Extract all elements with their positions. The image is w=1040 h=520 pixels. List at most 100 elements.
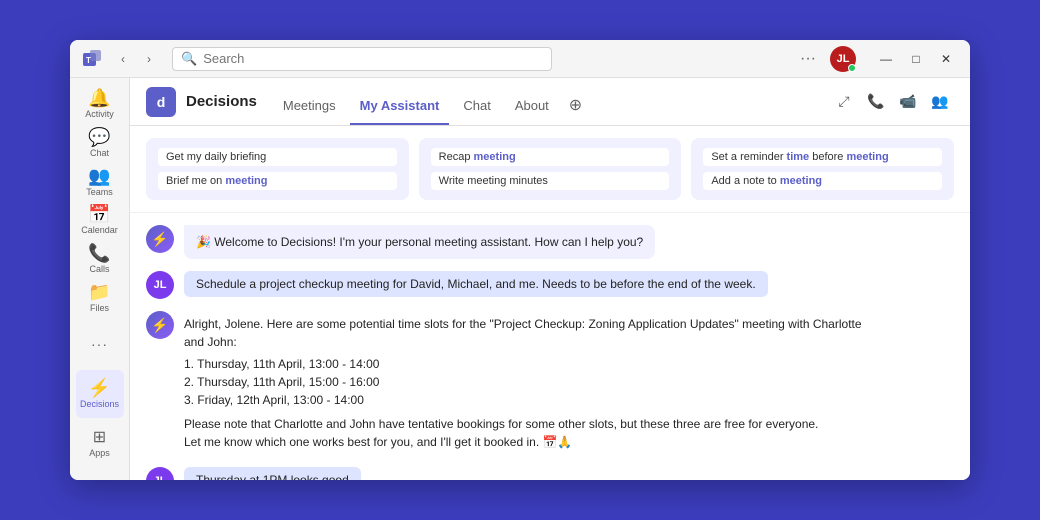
close-button[interactable]: ✕ bbox=[932, 48, 960, 70]
sidebar-label-chat: Chat bbox=[90, 148, 109, 158]
search-icon: 🔍 bbox=[181, 51, 197, 67]
avatar: ⚡ bbox=[146, 225, 174, 253]
sidebar-item-calendar[interactable]: 📅 Calendar bbox=[76, 202, 124, 239]
message-outro: Let me know which one works best for you… bbox=[184, 433, 877, 451]
search-bar[interactable]: 🔍 bbox=[172, 47, 552, 71]
avatar: ⚡ bbox=[146, 311, 174, 339]
message-slot-2: 2. Thursday, 11th April, 15:00 - 16:00 bbox=[184, 373, 877, 391]
popout-button[interactable]: ⤢ bbox=[830, 88, 858, 116]
phone-button[interactable]: 📞 bbox=[862, 88, 890, 116]
message-text: 🎉 Welcome to Decisions! I'm your persona… bbox=[196, 235, 643, 249]
video-button[interactable]: 📹 bbox=[894, 88, 922, 116]
channel-tabs: Meetings My Assistant Chat About ⊕ bbox=[273, 78, 588, 125]
files-icon: 📁 bbox=[88, 283, 110, 301]
message-content: Schedule a project checkup meeting for D… bbox=[184, 271, 954, 297]
activity-icon: 🔔 bbox=[88, 89, 110, 107]
sidebar-label-apps: Apps bbox=[89, 448, 110, 458]
sidebar-item-activity[interactable]: 🔔 Activity bbox=[76, 86, 124, 123]
calendar-icon: 📅 bbox=[88, 205, 110, 223]
chat-icon: 💬 bbox=[88, 128, 110, 146]
sidebar-item-apps[interactable]: ⊞ Apps bbox=[76, 420, 124, 468]
message-bubble: Thursday at 1PM looks good bbox=[184, 467, 361, 480]
tab-meetings[interactable]: Meetings bbox=[273, 78, 346, 125]
window-controls: — □ ✕ bbox=[872, 48, 960, 70]
table-row: JL Schedule a project checkup meeting fo… bbox=[146, 271, 954, 299]
sidebar-label-calendar: Calendar bbox=[81, 225, 118, 235]
messages: ⚡ 🎉 Welcome to Decisions! I'm your perso… bbox=[130, 213, 970, 480]
channel-header: d Decisions Meetings My Assistant Chat A… bbox=[130, 78, 970, 126]
suggestion-cards: Get my daily briefing Brief me on meetin… bbox=[130, 126, 970, 213]
teams-icon: 👥 bbox=[88, 167, 110, 185]
sidebar-item-teams[interactable]: 👥 Teams bbox=[76, 163, 124, 200]
maximize-button[interactable]: □ bbox=[902, 48, 930, 70]
suggestion-card-1: Get my daily briefing Brief me on meetin… bbox=[146, 138, 409, 200]
user-bubble-wrap: Thursday at 1PM looks good bbox=[184, 467, 954, 480]
sidebar-item-calls[interactable]: 📞 Calls bbox=[76, 241, 124, 278]
suggestion-card-2: Recap meeting Write meeting minutes bbox=[419, 138, 682, 200]
message-bubble: 🎉 Welcome to Decisions! I'm your persona… bbox=[184, 225, 655, 259]
message-content: 🎉 Welcome to Decisions! I'm your persona… bbox=[184, 225, 954, 259]
message-bubble: Alright, Jolene. Here are some potential… bbox=[184, 311, 877, 455]
sidebar-label-calls: Calls bbox=[89, 264, 109, 274]
nav-arrows: ‹ › bbox=[112, 48, 160, 70]
channel-name: Decisions bbox=[186, 93, 257, 110]
search-input[interactable] bbox=[203, 51, 543, 66]
tab-myassistant[interactable]: My Assistant bbox=[350, 78, 450, 125]
forward-button[interactable]: › bbox=[138, 48, 160, 70]
suggestion-chip-add-note[interactable]: Add a note to meeting bbox=[703, 172, 942, 190]
header-actions: ⤢ 📞 📹 👥 bbox=[830, 88, 954, 116]
table-row: ⚡ Alright, Jolene. Here are some potenti… bbox=[146, 311, 954, 455]
svg-text:T: T bbox=[86, 56, 91, 65]
message-content: Alright, Jolene. Here are some potential… bbox=[184, 311, 954, 455]
suggestion-chip-recap[interactable]: Recap meeting bbox=[431, 148, 670, 166]
sidebar-label-activity: Activity bbox=[85, 109, 114, 119]
table-row: ⚡ 🎉 Welcome to Decisions! I'm your perso… bbox=[146, 225, 954, 259]
sidebar-item-more[interactable]: ··· bbox=[76, 320, 124, 368]
more-options-button[interactable]: ··· bbox=[794, 48, 822, 70]
decisions-icon: ⚡ bbox=[88, 379, 110, 397]
message-note: Please note that Charlotte and John have… bbox=[184, 415, 877, 433]
tab-about[interactable]: About bbox=[505, 78, 559, 125]
titlebar-left: T ‹ › bbox=[80, 47, 160, 71]
avatar: JL bbox=[146, 467, 174, 480]
message-text: Alright, Jolene. Here are some potential… bbox=[184, 315, 877, 351]
avatar-status bbox=[848, 64, 856, 72]
message-slot-3: 3. Friday, 12th April, 13:00 - 14:00 bbox=[184, 391, 877, 409]
main-area: 🔔 Activity 💬 Chat 👥 Teams 📅 Calendar 📞 C… bbox=[70, 78, 970, 480]
teams-logo-icon: T bbox=[80, 47, 104, 71]
tab-add-button[interactable]: ⊕ bbox=[563, 78, 588, 125]
suggestion-chip-brief-meeting[interactable]: Brief me on meeting bbox=[158, 172, 397, 190]
message-content: Thursday at 1PM looks good bbox=[184, 467, 954, 480]
suggestion-chip-reminder[interactable]: Set a reminder time before meeting bbox=[703, 148, 942, 166]
sidebar-item-chat[interactable]: 💬 Chat bbox=[76, 125, 124, 162]
suggestion-chip-minutes[interactable]: Write meeting minutes bbox=[431, 172, 670, 190]
chat-area[interactable]: Get my daily briefing Brief me on meetin… bbox=[130, 126, 970, 480]
sidebar-bottom: ··· ⚡ Decisions ⊞ Apps bbox=[76, 320, 124, 472]
titlebar-right: ··· JL — □ ✕ bbox=[794, 46, 960, 72]
minimize-button[interactable]: — bbox=[872, 48, 900, 70]
participants-button[interactable]: 👥 bbox=[926, 88, 954, 116]
more-icon: ··· bbox=[91, 337, 108, 351]
calls-icon: 📞 bbox=[88, 244, 110, 262]
tab-chat[interactable]: Chat bbox=[453, 78, 500, 125]
channel-icon: d bbox=[146, 87, 176, 117]
suggestion-chip-briefing[interactable]: Get my daily briefing bbox=[158, 148, 397, 166]
avatar: JL bbox=[146, 271, 174, 299]
user-bubble-wrap: Schedule a project checkup meeting for D… bbox=[184, 271, 954, 297]
suggestion-card-3: Set a reminder time before meeting Add a… bbox=[691, 138, 954, 200]
sidebar-item-decisions[interactable]: ⚡ Decisions bbox=[76, 370, 124, 418]
sidebar-label-teams: Teams bbox=[86, 187, 113, 197]
titlebar: T ‹ › 🔍 ··· JL — □ ✕ bbox=[70, 40, 970, 78]
main-window: T ‹ › 🔍 ··· JL — □ ✕ bbox=[70, 40, 970, 480]
sidebar: 🔔 Activity 💬 Chat 👥 Teams 📅 Calendar 📞 C… bbox=[70, 78, 130, 480]
apps-icon: ⊞ bbox=[93, 430, 106, 446]
message-bubble: Schedule a project checkup meeting for D… bbox=[184, 271, 768, 297]
content-area: d Decisions Meetings My Assistant Chat A… bbox=[130, 78, 970, 480]
message-slot-1: 1. Thursday, 11th April, 13:00 - 14:00 bbox=[184, 355, 877, 373]
sidebar-label-decisions: Decisions bbox=[80, 399, 119, 409]
back-button[interactable]: ‹ bbox=[112, 48, 134, 70]
avatar: JL bbox=[830, 46, 856, 72]
sidebar-item-files[interactable]: 📁 Files bbox=[76, 279, 124, 316]
table-row: JL Thursday at 1PM looks good bbox=[146, 467, 954, 480]
sidebar-label-files: Files bbox=[90, 303, 109, 313]
